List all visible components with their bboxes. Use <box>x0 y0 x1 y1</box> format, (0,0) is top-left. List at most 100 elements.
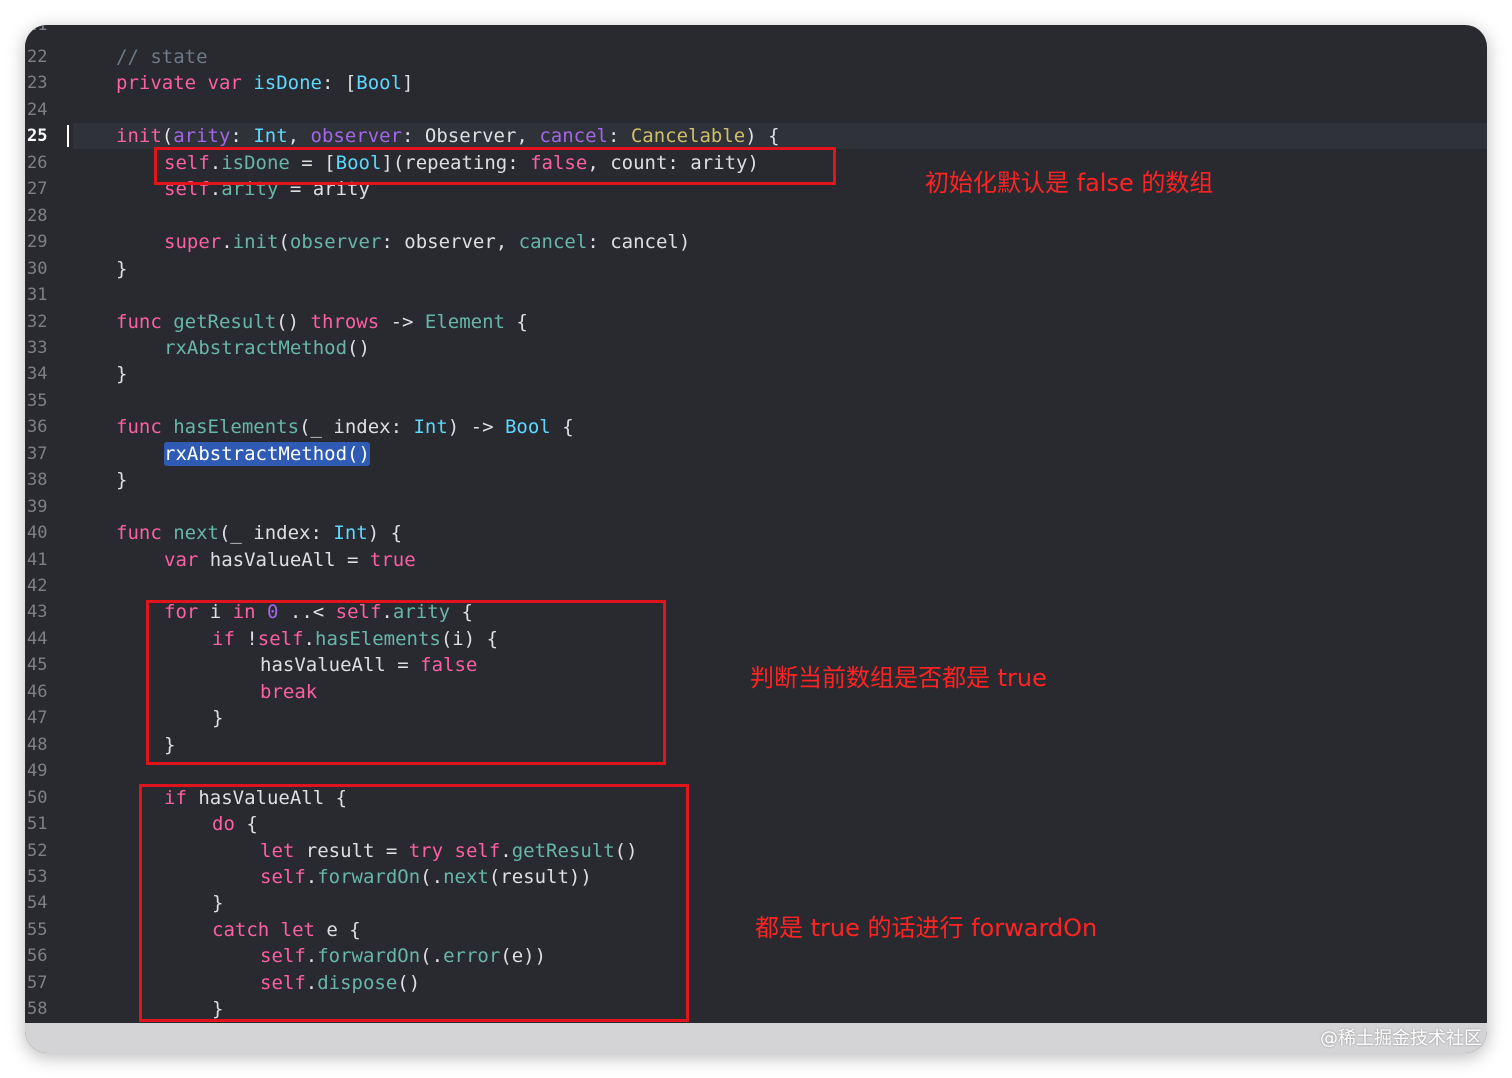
code-token: . <box>221 231 233 254</box>
code-line: private var isDone: [Bool] <box>116 70 414 96</box>
code-token: , <box>287 125 311 148</box>
line-number: 41 <box>27 549 48 570</box>
code-token: ) { <box>367 522 403 545</box>
code-token: arity <box>173 125 231 148</box>
line-number: 24 <box>27 99 48 120</box>
code-token: { <box>504 310 528 333</box>
code-token: ] <box>402 72 414 95</box>
annotation-forward-on: 都是 true 的话进行 forwardOn <box>755 914 1098 942</box>
code-token: observer <box>310 125 403 148</box>
line-number: 34 <box>27 364 48 385</box>
line-number: 55 <box>27 919 48 940</box>
code-token: : Observer, <box>402 125 540 148</box>
line-number: 44 <box>27 628 48 649</box>
code-token: next <box>173 522 219 545</box>
line-number: 53 <box>27 866 48 887</box>
code-token: () <box>276 310 311 333</box>
code-token: (_ index: <box>218 522 334 545</box>
code-token: func <box>116 310 162 333</box>
line-number: 26 <box>27 152 48 173</box>
code-token: Int <box>253 125 288 148</box>
code-token: } <box>116 363 128 386</box>
code-token: Int <box>333 522 368 545</box>
line-number: 33 <box>27 337 48 358</box>
bottom-strip <box>25 1023 1487 1053</box>
line-number-gutter: 21 22 23 24 25 26 27 28 29 30 31 32 33 34 35 36 37 38 39 4… <box>25 25 73 1023</box>
code-token: private <box>116 72 197 95</box>
code-line: rxAbstractMethod() <box>164 441 370 467</box>
code-line: } <box>116 361 127 387</box>
line-number: 50 <box>27 787 48 808</box>
code-line: } <box>116 467 127 493</box>
line-number: 40 <box>27 523 48 544</box>
code-token: hasElements <box>173 416 300 439</box>
line-number: 42 <box>27 576 48 596</box>
code-token: func <box>116 416 162 439</box>
code-token: -> <box>379 310 425 333</box>
code-token: getResult <box>173 310 277 333</box>
line-number: 39 <box>27 496 48 517</box>
code-line: var hasValueAll = true <box>164 547 416 573</box>
code-line: func hasElements(_ index: Int) -> Bool { <box>116 414 574 440</box>
code-token: super <box>164 231 222 254</box>
code-token: : <box>607 125 631 148</box>
code-token: : <box>230 125 254 148</box>
code-token: // state <box>116 46 208 68</box>
line-number: 36 <box>27 417 48 438</box>
line-number: 57 <box>27 972 48 993</box>
code-token: var <box>164 548 199 571</box>
code-token: } <box>116 469 128 492</box>
code-token: Int <box>413 416 448 439</box>
code-token: { <box>550 416 574 439</box>
code-line: super.init(observer: observer, cancel: c… <box>164 229 690 255</box>
code-line: } <box>116 256 127 282</box>
line-number: 49 <box>27 761 48 782</box>
code-token: Cancelable <box>630 125 746 148</box>
code-line: init(arity: Int, observer: Observer, can… <box>116 123 780 149</box>
line-number: 43 <box>27 602 48 623</box>
line-number: 54 <box>27 893 48 914</box>
line-number: 21 <box>27 25 48 35</box>
code-editor-window: 21 22 23 24 25 26 27 28 29 30 31 32 33 34 35 36 37 38 39 4… <box>25 25 1487 1053</box>
line-number: 47 <box>27 708 48 729</box>
line-number: 51 <box>27 814 48 835</box>
code-token: cancel <box>539 125 608 148</box>
code-token: throws <box>310 310 380 333</box>
line-number: 23 <box>27 73 48 94</box>
code-token: rxAbstractMethod <box>164 336 348 359</box>
code-token: ) -> <box>447 416 505 439</box>
watermark: @稀土掘金技术社区 <box>1320 1028 1482 1049</box>
code-token: : cancel) <box>587 231 691 254</box>
highlight-box-init <box>154 147 836 185</box>
line-number: 30 <box>27 258 48 279</box>
code-token: : [ <box>321 72 357 95</box>
code-token: () <box>347 336 370 359</box>
code-token: true <box>369 548 416 571</box>
code-token: var <box>207 72 242 95</box>
code-token: func <box>116 522 162 545</box>
line-number: 48 <box>27 734 48 755</box>
code-token: Bool <box>356 72 403 95</box>
code-token: isDone <box>253 72 322 95</box>
code-token: init <box>232 231 279 254</box>
line-number: 27 <box>27 179 48 200</box>
line-number: 52 <box>27 840 48 861</box>
code-token: ) { <box>745 125 780 148</box>
line-number: 29 <box>27 232 48 253</box>
code-token: ( <box>278 231 290 254</box>
line-number: 28 <box>27 205 48 226</box>
line-number: 46 <box>27 681 48 702</box>
highlight-box-loop <box>146 600 666 765</box>
line-number: 38 <box>27 470 48 491</box>
line-number: 31 <box>27 285 48 306</box>
code-token: : observer, <box>381 231 519 254</box>
line-number: 58 <box>27 999 48 1020</box>
code-token: observer <box>289 231 382 254</box>
line-number: 25 <box>27 126 48 147</box>
selected-code-token: rxAbstractMethod() <box>164 441 370 466</box>
code-token: init <box>116 125 162 148</box>
